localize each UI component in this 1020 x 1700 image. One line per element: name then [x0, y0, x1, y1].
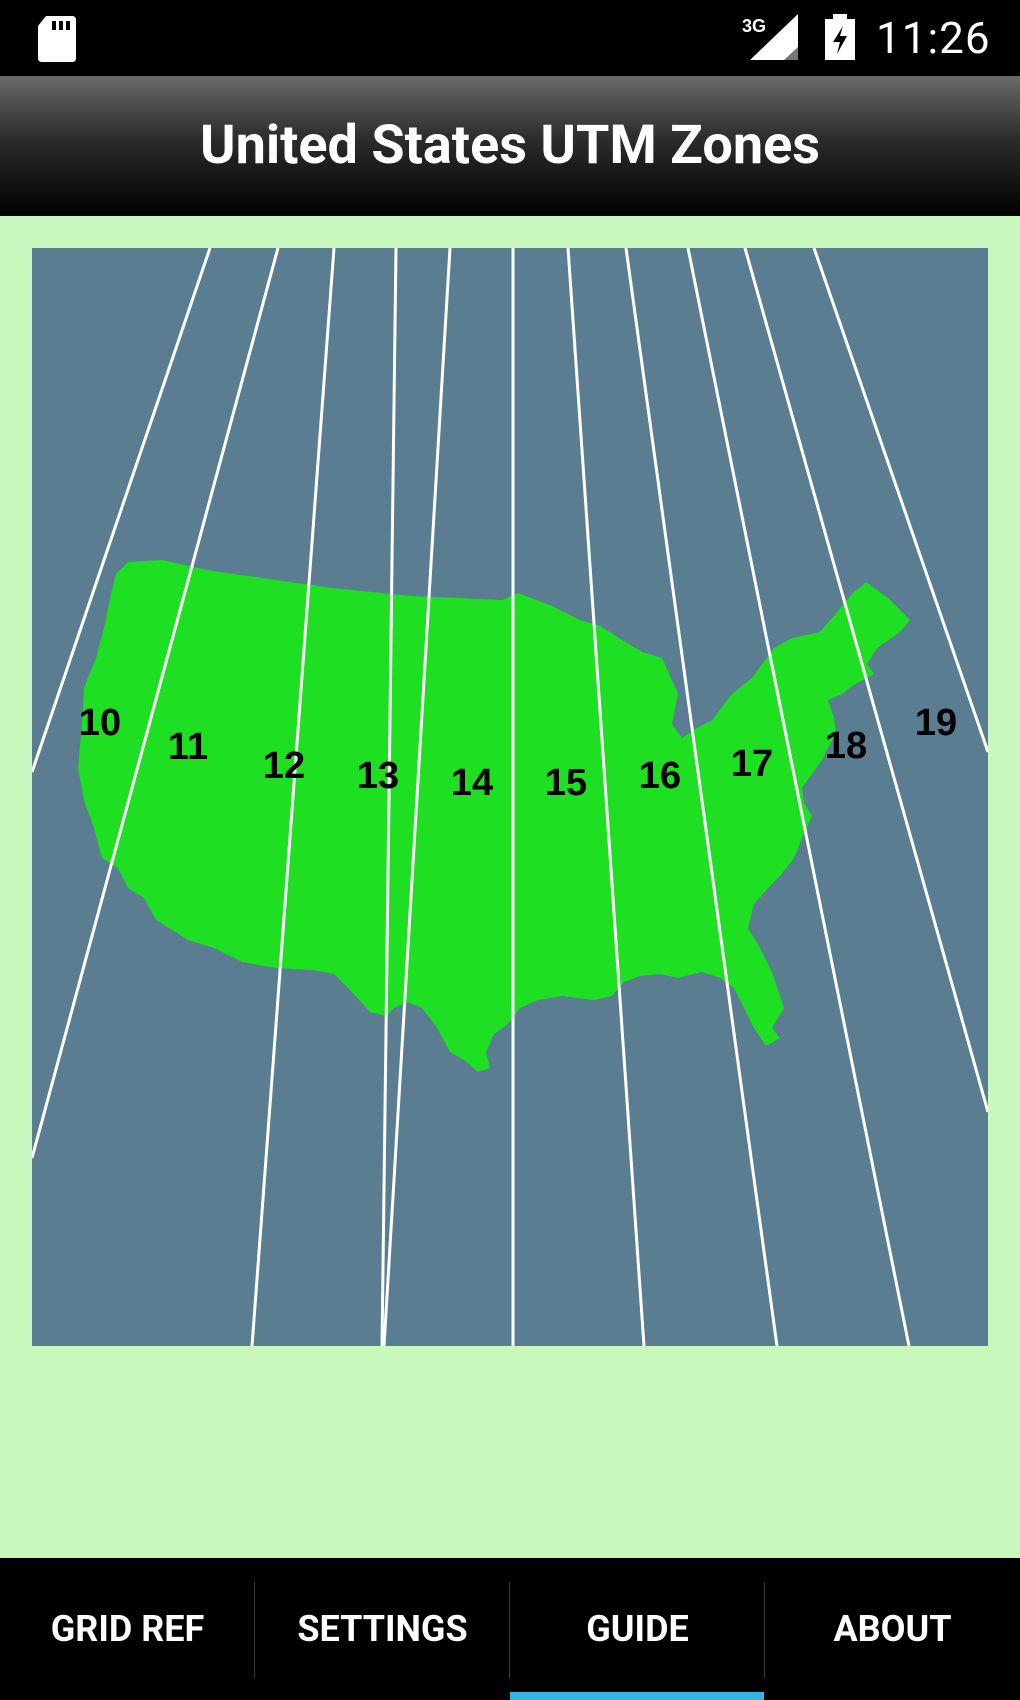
network-type-label: 3G: [742, 16, 766, 36]
tab-about[interactable]: ABOUT: [765, 1558, 1020, 1700]
selected-tab-indicator: [510, 1692, 764, 1700]
zone-label-18: 18: [825, 725, 867, 767]
status-bar: 3G 11:26: [0, 0, 1020, 76]
zone-label-10: 10: [79, 702, 121, 744]
sd-card-icon: [38, 16, 76, 62]
zone-label-16: 16: [639, 755, 681, 797]
zone-label-12: 12: [263, 745, 305, 787]
zone-label-13: 13: [357, 755, 399, 797]
bottom-tab-bar: GRID REF SETTINGS GUIDE ABOUT: [0, 1558, 1020, 1700]
tab-grid-ref[interactable]: GRID REF: [0, 1558, 255, 1700]
zone-label-11: 11: [168, 726, 208, 768]
battery-charging-icon: [825, 14, 855, 60]
zone-label-17: 17: [731, 743, 773, 785]
tab-settings[interactable]: SETTINGS: [255, 1558, 510, 1700]
zone-label-19: 19: [915, 702, 957, 744]
action-bar: United States UTM Zones: [0, 76, 1020, 216]
signal-3g-icon: 3G: [742, 14, 798, 60]
us-utm-map-image: 10 11 12 13 14 15 16 17 18 19: [32, 248, 988, 1346]
zone-label-15: 15: [545, 762, 587, 804]
clock: 11:26: [876, 12, 991, 64]
utm-zone-map: 10 11 12 13 14 15 16 17 18 19: [32, 248, 988, 1346]
tab-guide[interactable]: GUIDE: [510, 1558, 765, 1700]
page-title: United States UTM Zones: [199, 114, 821, 177]
zone-label-14: 14: [451, 762, 493, 804]
